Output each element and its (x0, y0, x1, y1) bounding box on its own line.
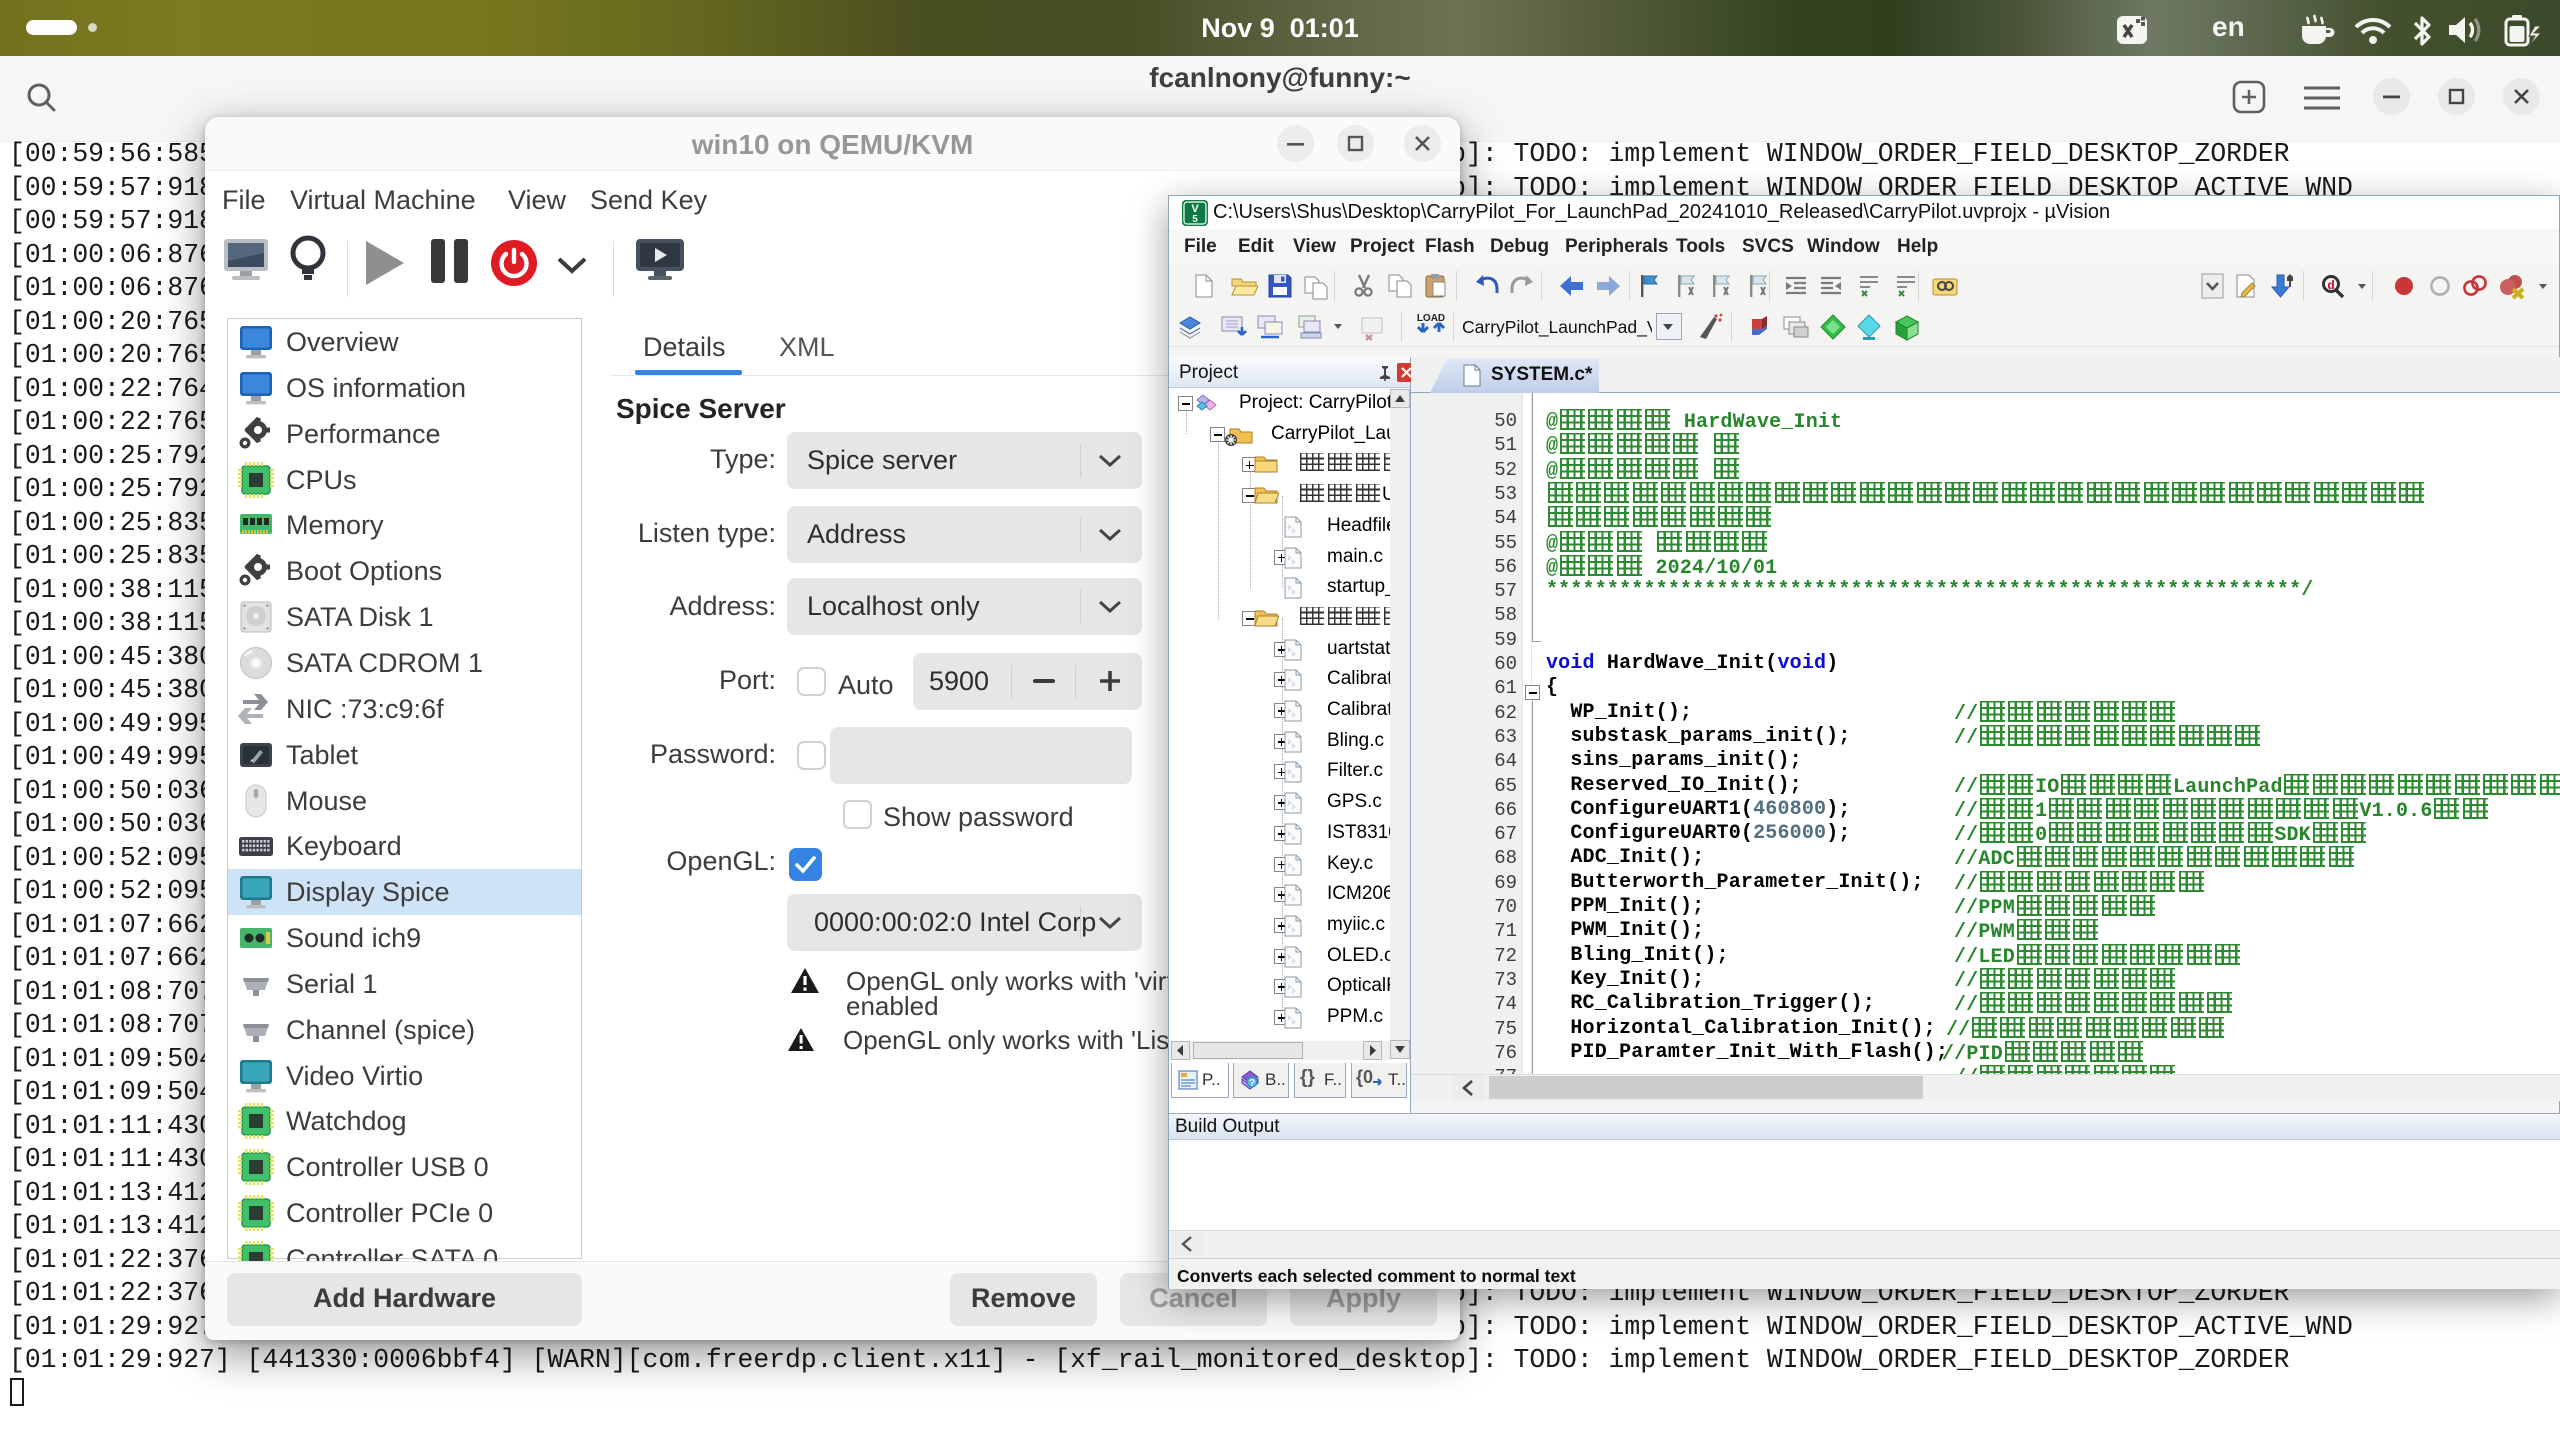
svg-text:d: d (2327, 278, 2334, 292)
svg-text:LOAD: LOAD (1417, 313, 1445, 324)
svg-text:?: ? (1249, 1078, 1255, 1089)
svg-text:5: 5 (1192, 214, 1198, 225)
